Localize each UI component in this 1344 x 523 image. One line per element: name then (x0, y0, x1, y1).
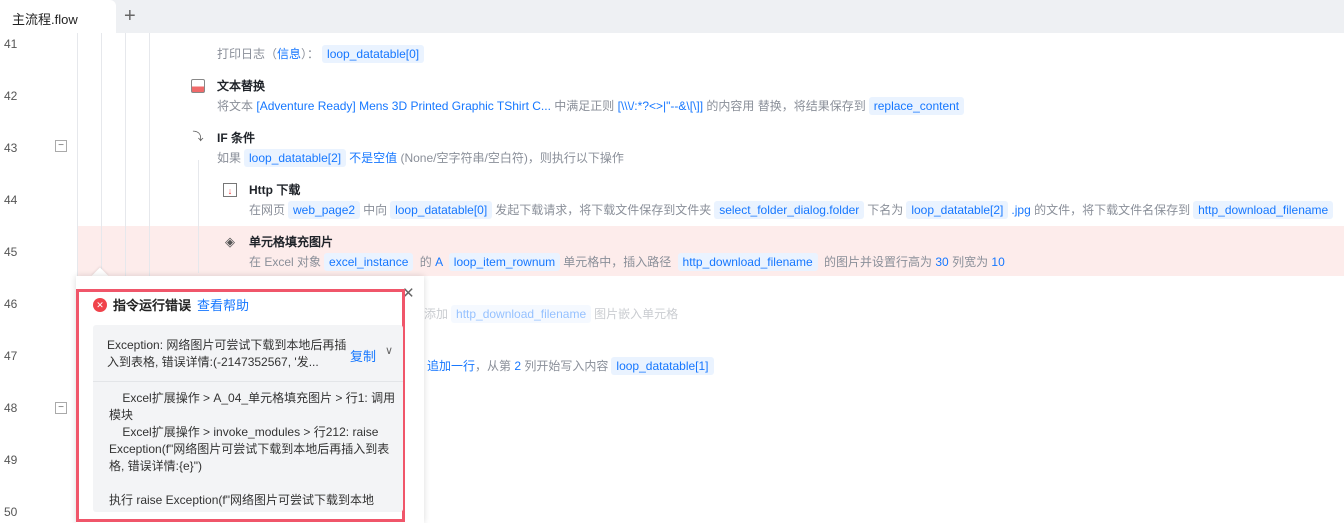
layers-icon: ◈ (225, 234, 235, 249)
text: 中向 (363, 203, 388, 217)
step-desc[interactable]: 添加 http_download_filename 图片嵌入单元格 (424, 305, 679, 323)
line-number: 48 (4, 401, 18, 415)
step-desc[interactable]: 如果 loop_datatable[2] 不是空值 (None/空字符串/空白符)，… (217, 149, 624, 167)
variable-chip: loop_datatable[0] (322, 45, 425, 63)
indent-guide (198, 160, 199, 273)
http-download-icon: ↓ (223, 183, 237, 197)
variable-chip: loop_datatable[0] (390, 201, 493, 219)
line-number: 44 (4, 193, 18, 207)
line-number: 47 (4, 349, 18, 363)
collapse-toggle[interactable]: − (55, 140, 67, 152)
step-desc[interactable]: 在 Excel 对象 excel_instance 的 A loop_item_r… (249, 253, 1005, 271)
step-title[interactable]: IF 条件 (217, 129, 255, 146)
line-number: 46 (4, 297, 18, 311)
variable-chip: web_page2 (288, 201, 361, 219)
error-traceback: Excel扩展操作 > A_04_单元格填充图片 > 行1: 调用模块 Exce… (109, 391, 396, 507)
if-branch-icon: ⤵ (192, 131, 204, 143)
text: 在 Excel 对象 (249, 255, 322, 269)
variable-chip: http_download_filename (451, 305, 592, 323)
variable-chip: select_folder_dialog.folder (714, 201, 865, 219)
error-title: ✕ 指令运行错误 查看帮助 (93, 295, 249, 314)
text: 在网页 (249, 203, 286, 217)
regex-value: [\\\/:*?<>|"--&\[\]] (617, 99, 704, 113)
variable-chip: loop_datatable[2] (906, 201, 1009, 219)
text: ，从第 (475, 359, 512, 373)
step-title[interactable]: Http 下载 (249, 181, 300, 198)
add-tab-button[interactable]: + (124, 5, 136, 28)
text: 图片嵌入单元格 (594, 307, 679, 321)
copy-button[interactable]: 复制 (350, 346, 376, 365)
step-title[interactable]: 文本替换 (217, 77, 265, 94)
variable-chip: http_download_filename (677, 253, 818, 271)
column-number: 2 (514, 359, 522, 373)
view-help-link[interactable]: 查看帮助 (197, 295, 249, 314)
variable-chip: loop_datatable[1] (611, 357, 714, 375)
text: 的内容用 替换，将结果保存到 (706, 99, 866, 113)
line-number: 41 (4, 37, 18, 51)
print-log-desc[interactable]: 打印日志（信息）： loop_datatable[0] (217, 45, 427, 63)
variable-chip: loop_item_rownum (448, 253, 561, 271)
line-number: 45 (4, 245, 18, 259)
line-number: 43 (4, 141, 18, 155)
divider (93, 381, 403, 382)
error-icon: ✕ (93, 297, 107, 312)
line-number: 50 (4, 505, 18, 519)
text: 单元格中，插入路径 (563, 255, 672, 269)
text: ）： (301, 47, 320, 61)
text: 中满足正则 (554, 99, 615, 113)
text-replace-icon (191, 79, 205, 93)
error-title-text: 指令运行错误 (113, 298, 192, 313)
text: 的文件，将下载文件名保存到 (1034, 203, 1191, 217)
error-details: Exception: 网络图片可尝试下载到本地后再插入到表格, 错误详情:(-2… (93, 325, 403, 512)
extension: .jpg (1011, 203, 1031, 217)
variable-chip: http_download_filename (1193, 201, 1334, 219)
tab-bar: 主流程.flow + (0, 0, 1344, 33)
text: 列开始写入内容 (524, 359, 609, 373)
step-desc[interactable]: 在网页 web_page2 中向 loop_datatable[0] 发起下载请求，将下… (249, 201, 1336, 219)
column-value: A (435, 255, 443, 269)
text-value: [Adventure Ready] Mens 3D Printed Graphi… (256, 99, 551, 113)
chevron-down-icon[interactable]: ∨ (385, 344, 393, 357)
step-title[interactable]: 单元格填充图片 (249, 233, 333, 250)
action: 追加一行 (427, 359, 476, 373)
text: 打印日志（ (217, 47, 278, 61)
col-width: 10 (991, 255, 1005, 269)
text: 将文本 (217, 99, 254, 113)
variable-chip: loop_datatable[2] (244, 149, 347, 167)
text: 如果 (217, 151, 242, 165)
row-height: 30 (935, 255, 949, 269)
condition: 不是空值 (349, 151, 398, 165)
line-number: 49 (4, 453, 18, 467)
text: 下名为 (867, 203, 904, 217)
collapse-toggle[interactable]: − (55, 402, 67, 414)
text: 发起下载请求，将下载文件保存到文件夹 (495, 203, 712, 217)
step-desc[interactable]: 将文本 [Adventure Ready] Mens 3D Printed Gr… (217, 97, 967, 115)
text: 添加 (424, 307, 449, 321)
log-level: 信息 (277, 47, 302, 61)
text: 的图片并设置行高为 (824, 255, 933, 269)
variable-chip: excel_instance (324, 253, 414, 271)
variable-chip: replace_content (868, 97, 965, 115)
line-number: 42 (4, 89, 18, 103)
step-desc[interactable]: 追加一行，从第 2 列开始写入内容 loop_datatable[1] (427, 357, 717, 375)
text: 的 (419, 255, 432, 269)
tab-main-flow[interactable]: 主流程.flow (0, 0, 116, 33)
text: 列宽为 (952, 255, 989, 269)
text: (None/空字符串/空白符)，则执行以下操作 (400, 151, 624, 165)
error-message: Exception: 网络图片可尝试下载到本地后再插入到表格, 错误详情:(-2… (107, 338, 347, 369)
